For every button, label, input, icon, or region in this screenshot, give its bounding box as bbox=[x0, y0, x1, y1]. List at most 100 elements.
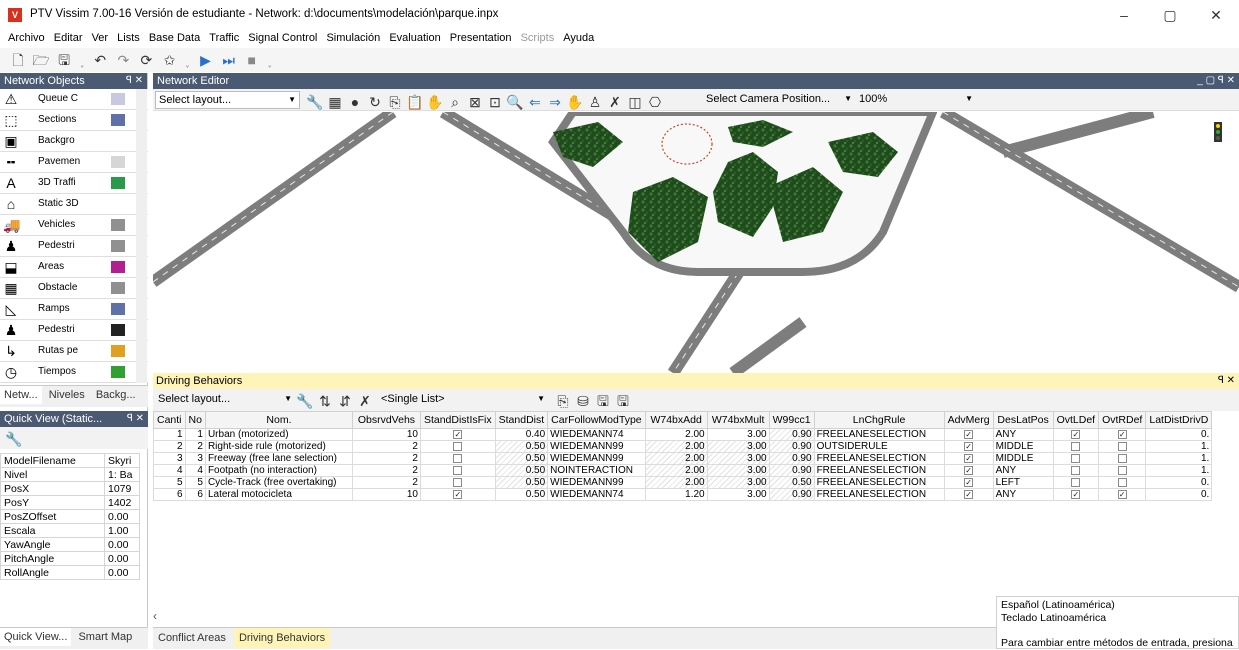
quick-view-value[interactable]: 1.00 bbox=[104, 523, 140, 538]
globe-icon[interactable]: ● bbox=[345, 92, 365, 112]
quick-view-row[interactable]: PosY 1402 bbox=[0, 495, 140, 510]
quick-view-value[interactable]: 0.00 bbox=[104, 565, 140, 580]
table-cell-fix[interactable]: ✓ bbox=[419, 488, 496, 501]
checkbox-unchecked[interactable] bbox=[1071, 465, 1081, 475]
table-cell-ldd[interactable]: 0. bbox=[1145, 428, 1213, 441]
quick-view-row[interactable]: PosZOffset 0.00 bbox=[0, 509, 140, 524]
wrench-icon[interactable]: 🔧 bbox=[295, 391, 315, 411]
tab-network-objects[interactable]: Netw... bbox=[0, 386, 42, 404]
sort-desc-icon[interactable]: ⇵ bbox=[335, 391, 355, 411]
quick-view-value[interactable]: Skyri bbox=[104, 453, 140, 468]
column-header[interactable]: W74bxAdd bbox=[644, 411, 708, 429]
zoom-select[interactable]: 100% ▼ bbox=[856, 91, 976, 109]
table-cell-fix[interactable]: ✓ bbox=[419, 428, 496, 441]
wrench-icon[interactable]: 🔧 bbox=[4, 429, 24, 449]
checkbox-unchecked[interactable] bbox=[453, 441, 463, 451]
table-cell-c[interactable]: 1 bbox=[153, 428, 186, 441]
rotate-icon[interactable]: ↻ bbox=[365, 92, 385, 112]
checkbox-unchecked[interactable] bbox=[453, 453, 463, 463]
network-object-color-swatch[interactable] bbox=[111, 345, 125, 357]
tab-conflict-areas[interactable]: Conflict Areas bbox=[153, 628, 231, 648]
table-cell-mult[interactable]: 3.00 bbox=[706, 488, 770, 501]
table-cell-obs[interactable]: 10 bbox=[351, 428, 421, 441]
table-cell-c[interactable]: 6 bbox=[153, 488, 186, 501]
checkbox-checked[interactable]: ✓ bbox=[964, 489, 974, 499]
table-row[interactable]: 1 1 Urban (motorized) 10 ✓ 0.40 WIEDEMANN74 2.0… bbox=[153, 428, 1213, 441]
column-header[interactable]: LnChgRule bbox=[813, 411, 945, 429]
disable-icon[interactable]: ✗ bbox=[605, 92, 625, 112]
scroll-left-icon[interactable]: ‹ bbox=[153, 609, 167, 625]
maximize-button[interactable]: ▢ bbox=[1147, 0, 1193, 30]
table-cell-mult[interactable]: 3.00 bbox=[706, 440, 770, 453]
table-cell-no[interactable]: 4 bbox=[184, 464, 206, 477]
quick-view-row[interactable]: Nivel 1: Ba bbox=[0, 467, 140, 482]
save-icon[interactable]: 🖫 bbox=[54, 50, 74, 70]
table-cell-ovr[interactable] bbox=[1098, 452, 1147, 465]
grid-icon[interactable]: ▦ bbox=[325, 92, 345, 112]
table-cell-lat[interactable]: LEFT bbox=[992, 476, 1054, 489]
table-cell-no[interactable]: 2 bbox=[184, 440, 206, 453]
table-cell-nom[interactable]: Freeway (free lane selection) bbox=[204, 452, 353, 465]
checkbox-unchecked[interactable] bbox=[1117, 441, 1127, 451]
quick-view-value[interactable]: 1079 bbox=[104, 481, 140, 496]
table-cell-adv[interactable]: ✓ bbox=[943, 440, 994, 453]
table-cell-cc1[interactable]: 0.90 bbox=[768, 464, 815, 477]
column-header[interactable]: CarFollowModType bbox=[547, 411, 646, 429]
table-cell-no[interactable]: 1 bbox=[184, 428, 206, 441]
stop-icon[interactable]: ■ bbox=[242, 50, 262, 70]
table-cell-adv[interactable]: ✓ bbox=[943, 428, 994, 441]
network-object-color-swatch[interactable] bbox=[111, 282, 125, 294]
table-cell-cf[interactable]: WIEDEMANN99 bbox=[547, 476, 646, 489]
table-cell-sd[interactable]: 0.50 bbox=[494, 440, 549, 453]
table-cell-c[interactable]: 2 bbox=[153, 440, 186, 453]
checkbox-checked[interactable]: ✓ bbox=[964, 441, 974, 451]
table-cell-ovl[interactable] bbox=[1052, 476, 1100, 489]
table-cell-cc1[interactable]: 0.90 bbox=[768, 428, 815, 441]
table-cell-ldd[interactable]: 0. bbox=[1145, 476, 1213, 489]
column-header[interactable]: StandDistIsFix bbox=[419, 411, 496, 429]
save-dropdown-icon[interactable]: ˯ bbox=[77, 50, 87, 70]
table-cell-cf[interactable]: WIEDEMANN99 bbox=[547, 452, 646, 465]
network-objects-scrollbar[interactable] bbox=[136, 89, 147, 383]
table-row[interactable]: 2 2 Right-side rule (motorized) 2 0.50 WIEDEM… bbox=[153, 440, 1213, 453]
table-cell-ln[interactable]: FREELANESELECTION bbox=[813, 476, 945, 489]
checkbox-checked[interactable]: ✓ bbox=[1071, 429, 1081, 439]
table-cell-add[interactable]: 2.00 bbox=[644, 476, 708, 489]
fit-icon[interactable]: ⊠ bbox=[465, 92, 485, 112]
network-object-item[interactable]: ♟ Pedestri bbox=[0, 236, 148, 257]
checkbox-checked[interactable]: ✓ bbox=[964, 477, 974, 487]
network-object-item[interactable]: ▦ Obstacle bbox=[0, 278, 148, 299]
table-cell-obs[interactable]: 2 bbox=[351, 440, 421, 453]
checkbox-unchecked[interactable] bbox=[1071, 453, 1081, 463]
table-cell-cc1[interactable]: 0.90 bbox=[768, 488, 815, 501]
checkbox-checked[interactable]: ✓ bbox=[453, 489, 463, 499]
more-dropdown-icon[interactable]: ˯ bbox=[183, 50, 193, 70]
table-cell-adv[interactable]: ✓ bbox=[943, 464, 994, 477]
table-cell-sd[interactable]: 0.50 bbox=[494, 452, 549, 465]
checkbox-unchecked[interactable] bbox=[453, 465, 463, 475]
table-cell-c[interactable]: 5 bbox=[153, 476, 186, 489]
quick-view-row[interactable]: YawAngle 0.00 bbox=[0, 537, 140, 552]
table-row[interactable]: 5 5 Cycle-Track (free overtaking) 2 0.50 WIED… bbox=[153, 476, 1213, 489]
table-cell-adv[interactable]: ✓ bbox=[943, 452, 994, 465]
network-editor-controls[interactable]: _ ▢ ꟼ ✕ bbox=[1197, 73, 1235, 89]
table-cell-no[interactable]: 5 bbox=[184, 476, 206, 489]
table-cell-ldd[interactable]: 1. bbox=[1145, 440, 1213, 453]
zoom-window-icon[interactable]: ⊡ bbox=[485, 92, 505, 112]
checkbox-checked[interactable]: ✓ bbox=[1071, 489, 1081, 499]
star-icon[interactable]: ✩ bbox=[159, 50, 179, 70]
table-cell-ovr[interactable] bbox=[1098, 464, 1147, 477]
table-cell-no[interactable]: 6 bbox=[184, 488, 206, 501]
checkbox-unchecked[interactable] bbox=[1071, 477, 1081, 487]
minimize-button[interactable]: – bbox=[1101, 0, 1147, 30]
db-layout-select[interactable]: Select layout... ▼ bbox=[155, 391, 295, 409]
table-cell-ovl[interactable] bbox=[1052, 440, 1100, 453]
network-object-item[interactable]: ⚠ Queue C bbox=[0, 89, 148, 110]
column-header[interactable]: No bbox=[184, 411, 206, 429]
quick-view-controls[interactable]: ꟼ ✕ bbox=[127, 411, 144, 427]
sort-asc-icon[interactable]: ⇅ bbox=[315, 391, 335, 411]
table-cell-lat[interactable]: ANY bbox=[992, 428, 1054, 441]
network-object-item[interactable]: ╍ Pavemen bbox=[0, 152, 148, 173]
column-header[interactable]: Canti bbox=[153, 411, 186, 429]
network-object-color-swatch[interactable] bbox=[111, 324, 125, 336]
